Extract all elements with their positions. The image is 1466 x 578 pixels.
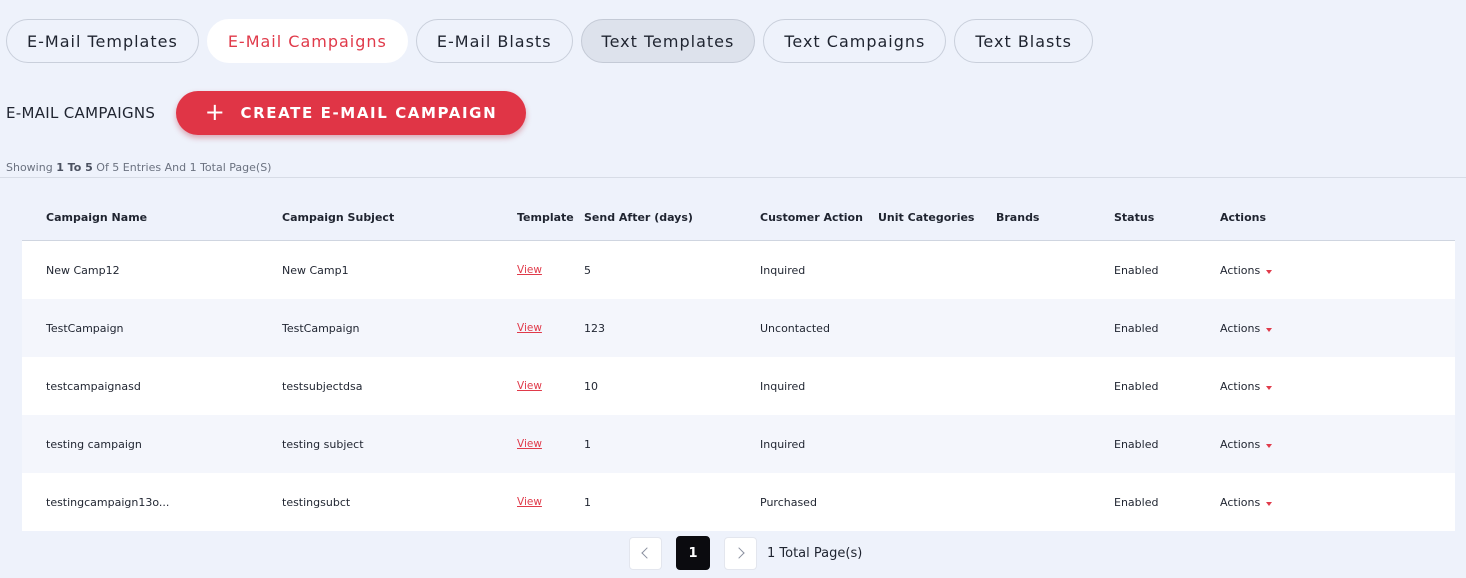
header-template: Template xyxy=(517,211,574,224)
caret-down-icon xyxy=(1266,269,1273,274)
cell-send-after: 1 xyxy=(584,438,591,451)
table-row: testingcampaign13o... testingsubct View … xyxy=(22,473,1455,531)
header-actions: Actions xyxy=(1220,211,1266,224)
tab-email-campaigns[interactable]: E-Mail Campaigns xyxy=(206,19,408,63)
cell-campaign-name: testingcampaign13o... xyxy=(46,496,170,509)
entries-summary: Showing 1 To 5 Of 5 Entries And 1 Total … xyxy=(6,161,271,174)
header-status: Status xyxy=(1114,211,1155,224)
tab-text-campaigns[interactable]: Text Campaigns xyxy=(763,19,947,63)
view-template-link[interactable]: View xyxy=(517,264,542,276)
chevron-right-icon xyxy=(733,547,745,559)
page-number-button[interactable]: 1 xyxy=(676,536,710,570)
view-template-link[interactable]: View xyxy=(517,438,542,450)
pagination: 1 1 Total Page(s) xyxy=(629,536,862,570)
table-header: Campaign Name Campaign Subject Template … xyxy=(22,194,1455,241)
cell-send-after: 5 xyxy=(584,264,591,277)
cell-send-after: 123 xyxy=(584,322,605,335)
table-row: TestCampaign TestCampaign View 123 Uncon… xyxy=(22,299,1455,357)
campaigns-table: Campaign Name Campaign Subject Template … xyxy=(22,194,1455,531)
campaign-tabs: E-Mail Templates E-Mail Campaigns E-Mail… xyxy=(6,19,1093,63)
cell-campaign-name: testing campaign xyxy=(46,438,142,451)
chevron-left-icon xyxy=(641,547,653,559)
actions-label: Actions xyxy=(1220,438,1261,451)
actions-dropdown[interactable]: Actions xyxy=(1220,438,1273,451)
cell-campaign-subject: testsubjectdsa xyxy=(282,380,363,393)
cell-status: Enabled xyxy=(1114,496,1159,509)
cell-customer-action: Uncontacted xyxy=(760,322,830,335)
view-template-link[interactable]: View xyxy=(517,496,542,508)
actions-label: Actions xyxy=(1220,496,1261,509)
total-pages-label: 1 Total Page(s) xyxy=(767,545,863,561)
caret-down-icon xyxy=(1266,443,1273,448)
header-unit-categories: Unit Categories xyxy=(878,211,975,224)
header-campaign-name: Campaign Name xyxy=(46,211,148,224)
cell-customer-action: Inquired xyxy=(760,380,806,393)
actions-dropdown[interactable]: Actions xyxy=(1220,380,1273,393)
header-brands: Brands xyxy=(996,211,1040,224)
cell-status: Enabled xyxy=(1114,264,1159,277)
cell-customer-action: Purchased xyxy=(760,496,817,509)
cell-customer-action: Inquired xyxy=(760,264,806,277)
header-customer-action: Customer Action xyxy=(760,211,863,224)
tab-email-blasts[interactable]: E-Mail Blasts xyxy=(415,19,573,63)
create-email-campaign-button[interactable]: + CREATE E-MAIL CAMPAIGN xyxy=(176,91,526,135)
tab-text-templates[interactable]: Text Templates xyxy=(580,19,756,63)
cell-status: Enabled xyxy=(1114,438,1159,451)
actions-label: Actions xyxy=(1220,264,1261,277)
view-template-link[interactable]: View xyxy=(517,322,542,334)
cell-send-after: 1 xyxy=(584,496,591,509)
table-row: New Camp12 New Camp1 View 5 Inquired Ena… xyxy=(22,241,1455,299)
actions-label: Actions xyxy=(1220,380,1261,393)
caret-down-icon xyxy=(1266,327,1273,332)
table-row: testcampaignasd testsubjectdsa View 10 I… xyxy=(22,357,1455,415)
cell-campaign-subject: New Camp1 xyxy=(282,264,349,277)
cell-campaign-name: testcampaignasd xyxy=(46,380,141,393)
create-button-label: CREATE E-MAIL CAMPAIGN xyxy=(240,104,498,122)
view-template-link[interactable]: View xyxy=(517,380,542,392)
header-campaign-subject: Campaign Subject xyxy=(282,211,395,224)
cell-status: Enabled xyxy=(1114,322,1159,335)
table-row: testing campaign testing subject View 1 … xyxy=(22,415,1455,473)
caret-down-icon xyxy=(1266,385,1273,390)
actions-dropdown[interactable]: Actions xyxy=(1220,322,1273,335)
tab-email-templates[interactable]: E-Mail Templates xyxy=(6,19,199,63)
cell-campaign-name: New Camp12 xyxy=(46,264,120,277)
cell-customer-action: Inquired xyxy=(760,438,806,451)
cell-campaign-subject: testingsubct xyxy=(282,496,351,509)
cell-status: Enabled xyxy=(1114,380,1159,393)
caret-down-icon xyxy=(1266,501,1273,506)
showing-range: 1 To 5 xyxy=(56,161,93,174)
page-title: E-MAIL CAMPAIGNS xyxy=(6,104,156,122)
showing-prefix: Showing xyxy=(6,161,53,174)
actions-dropdown[interactable]: Actions xyxy=(1220,264,1273,277)
cell-campaign-subject: TestCampaign xyxy=(282,322,360,335)
cell-campaign-subject: testing subject xyxy=(282,438,364,451)
actions-label: Actions xyxy=(1220,322,1261,335)
tab-text-blasts[interactable]: Text Blasts xyxy=(954,19,1093,63)
cell-campaign-name: TestCampaign xyxy=(46,322,124,335)
divider xyxy=(0,177,1466,178)
next-page-button[interactable] xyxy=(724,536,757,570)
header-send-after: Send After (days) xyxy=(584,211,693,224)
cell-send-after: 10 xyxy=(584,380,598,393)
showing-suffix: Of 5 Entries And 1 Total Page(S) xyxy=(96,161,272,174)
actions-dropdown[interactable]: Actions xyxy=(1220,496,1273,509)
plus-icon: + xyxy=(204,98,227,126)
previous-page-button[interactable] xyxy=(629,536,662,570)
